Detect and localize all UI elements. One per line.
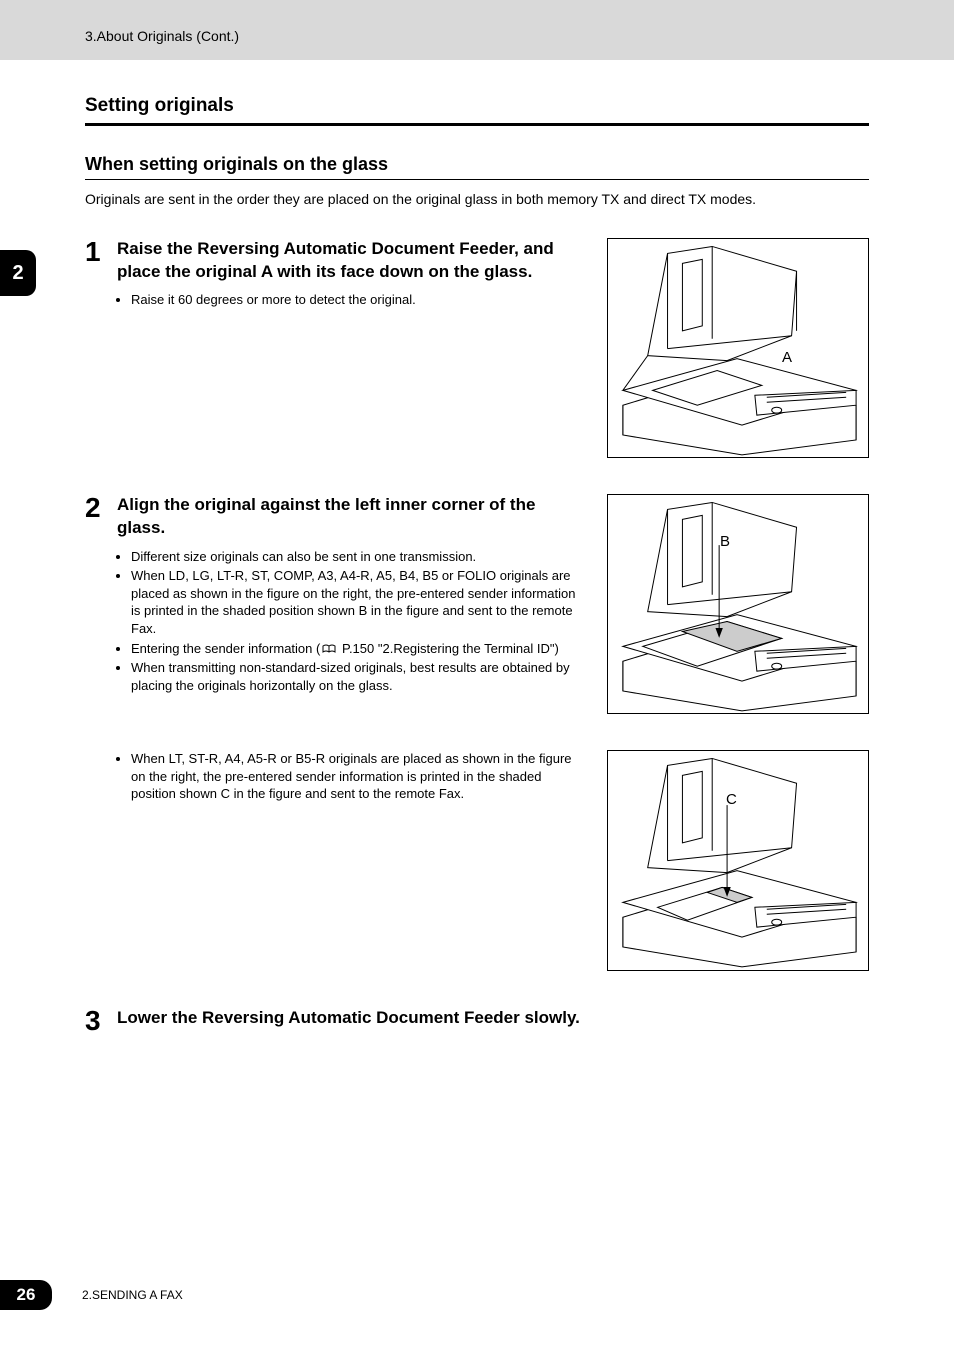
bullet-item: When transmitting non-standard-sized ori… xyxy=(131,659,577,694)
step-heading: Lower the Reversing Automatic Document F… xyxy=(117,1007,869,1030)
copier-illustration-a xyxy=(608,239,868,457)
step-1: 1 Raise the Reversing Automatic Document… xyxy=(85,238,869,458)
sub-section-title: When setting originals on the glass xyxy=(85,154,869,180)
bullet-item: Different size originals can also be sen… xyxy=(131,548,577,566)
bullet-text-ref: P.150 "2.Registering the Terminal ID") xyxy=(342,641,559,656)
footer-chapter: 2.SENDING A FAX xyxy=(82,1288,183,1302)
page-footer: 26 2.SENDING A FAX xyxy=(0,1280,954,1310)
step-2-figure-c: C xyxy=(607,750,869,970)
header-band: 3.About Originals (Cont.) xyxy=(0,0,954,60)
intro-paragraph: Originals are sent in the order they are… xyxy=(85,190,869,210)
figure-label-a: A xyxy=(782,349,792,366)
step-number-spacer xyxy=(85,750,107,970)
bullet-item: Raise it 60 degrees or more to detect th… xyxy=(131,291,577,309)
breadcrumb: 3.About Originals (Cont.) xyxy=(85,28,239,44)
copier-illustration-b xyxy=(608,495,868,713)
bullet-item: When LT, ST-R, A4, A5-R or B5-R original… xyxy=(131,750,577,803)
step-heading: Raise the Reversing Automatic Document F… xyxy=(117,238,577,284)
step-2-continued: When LT, ST-R, A4, A5-R or B5-R original… xyxy=(85,750,869,970)
step-bullets: Different size originals can also be sen… xyxy=(117,548,577,694)
chapter-tab: 2 xyxy=(0,250,36,296)
step-1-figure: A xyxy=(607,238,869,458)
step-2: 2 Align the original against the left in… xyxy=(85,494,869,714)
page-number-tab: 26 xyxy=(0,1280,52,1310)
book-icon xyxy=(322,644,336,654)
page-number: 26 xyxy=(17,1285,36,1305)
step-number: 3 xyxy=(85,1007,107,1038)
step-2-figure-b: B xyxy=(607,494,869,714)
bullet-item: Entering the sender information ( P.150 … xyxy=(131,640,577,658)
section-title: Setting originals xyxy=(85,95,869,126)
step-heading: Align the original against the left inne… xyxy=(117,494,577,540)
step-number: 1 xyxy=(85,238,107,458)
step-3: 3 Lower the Reversing Automatic Document… xyxy=(85,1007,869,1038)
bullet-item: When LD, LG, LT-R, ST, COMP, A3, A4-R, A… xyxy=(131,567,577,637)
copier-illustration-c xyxy=(608,751,868,969)
page-content: Setting originals When setting originals… xyxy=(0,60,954,1038)
figure-label-b: B xyxy=(720,533,730,550)
figure-label-c: C xyxy=(726,791,737,808)
step-bullets: When LT, ST-R, A4, A5-R or B5-R original… xyxy=(117,750,577,803)
bullet-text-pre: Entering the sender information ( xyxy=(131,641,320,656)
step-number: 2 xyxy=(85,494,107,714)
step-bullets: Raise it 60 degrees or more to detect th… xyxy=(117,291,577,309)
chapter-number: 2 xyxy=(12,262,23,285)
